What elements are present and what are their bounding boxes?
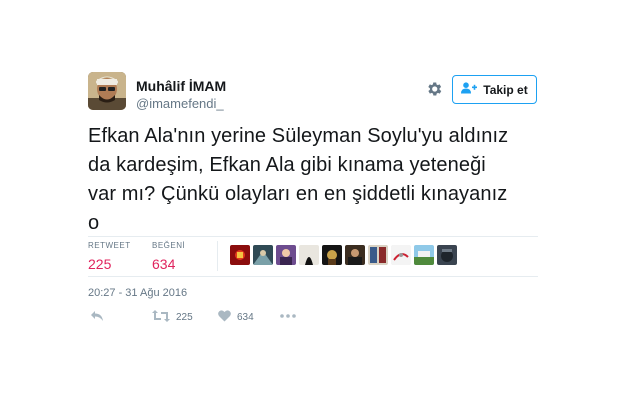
liker-avatar[interactable] (299, 245, 319, 265)
liker-avatar[interactable] (253, 245, 273, 265)
likers-list (230, 245, 457, 265)
gear-icon[interactable] (425, 80, 443, 98)
like-stat[interactable]: BEĞENİ 634 (152, 241, 185, 273)
like-heart-icon (218, 310, 231, 325)
liker-avatar[interactable] (368, 245, 388, 265)
like-stat-label: BEĞENİ (152, 241, 186, 250)
liker-avatar[interactable] (322, 245, 342, 265)
user-handle[interactable]: @imamefendi_ (136, 95, 226, 113)
tweet-card: Muhâlif İMAM @imamefendi_ Takip et Efkan… (0, 0, 620, 400)
reply-button[interactable] (90, 310, 104, 325)
liker-avatar[interactable] (391, 245, 411, 265)
tweet-timestamp[interactable]: 20:27 - 31 Ağu 2016 (88, 287, 187, 299)
like-button[interactable]: 634 (218, 310, 254, 325)
tweet-text-line: da kardeşim, Efkan Ala gibi kınama yeten… (88, 154, 486, 176)
retweet-button[interactable]: 225 (152, 310, 193, 325)
divider (88, 276, 538, 277)
like-action-count: 634 (237, 312, 254, 323)
follow-button-label: Takip et (483, 82, 528, 97)
retweet-action-count: 225 (176, 312, 193, 323)
liker-avatar[interactable] (276, 245, 296, 265)
more-button[interactable] (280, 310, 296, 321)
liker-avatar[interactable] (437, 245, 457, 265)
divider (88, 236, 538, 237)
liker-avatar[interactable] (414, 245, 434, 265)
follow-person-icon (461, 82, 478, 97)
tweet-text-line: Efkan Ala'nın yerine Süleyman Soylu'yu a… (88, 125, 509, 147)
user-info: Muhâlif İMAM @imamefendi_ (136, 78, 226, 113)
display-name[interactable]: Muhâlif İMAM (136, 78, 226, 94)
retweet-stat[interactable]: RETWEET 225 (88, 241, 131, 273)
tweet-text-line: var mı? Çünkü olayları en en şiddetli kı… (88, 183, 508, 205)
tweet-text: Efkan Ala'nın yerine Süleyman Soylu'yu a… (88, 122, 548, 238)
stat-separator (217, 241, 218, 271)
avatar[interactable] (88, 72, 126, 110)
like-stat-count: 634 (152, 256, 176, 272)
retweet-stat-label: RETWEET (88, 241, 131, 250)
liker-avatar[interactable] (345, 245, 365, 265)
retweet-icon (152, 310, 170, 325)
retweet-stat-count: 225 (88, 256, 112, 272)
reply-icon (90, 310, 104, 325)
tweet-text-line: o (88, 212, 100, 234)
follow-button[interactable]: Takip et (452, 75, 537, 104)
more-icon (280, 310, 296, 321)
liker-avatar[interactable] (230, 245, 250, 265)
